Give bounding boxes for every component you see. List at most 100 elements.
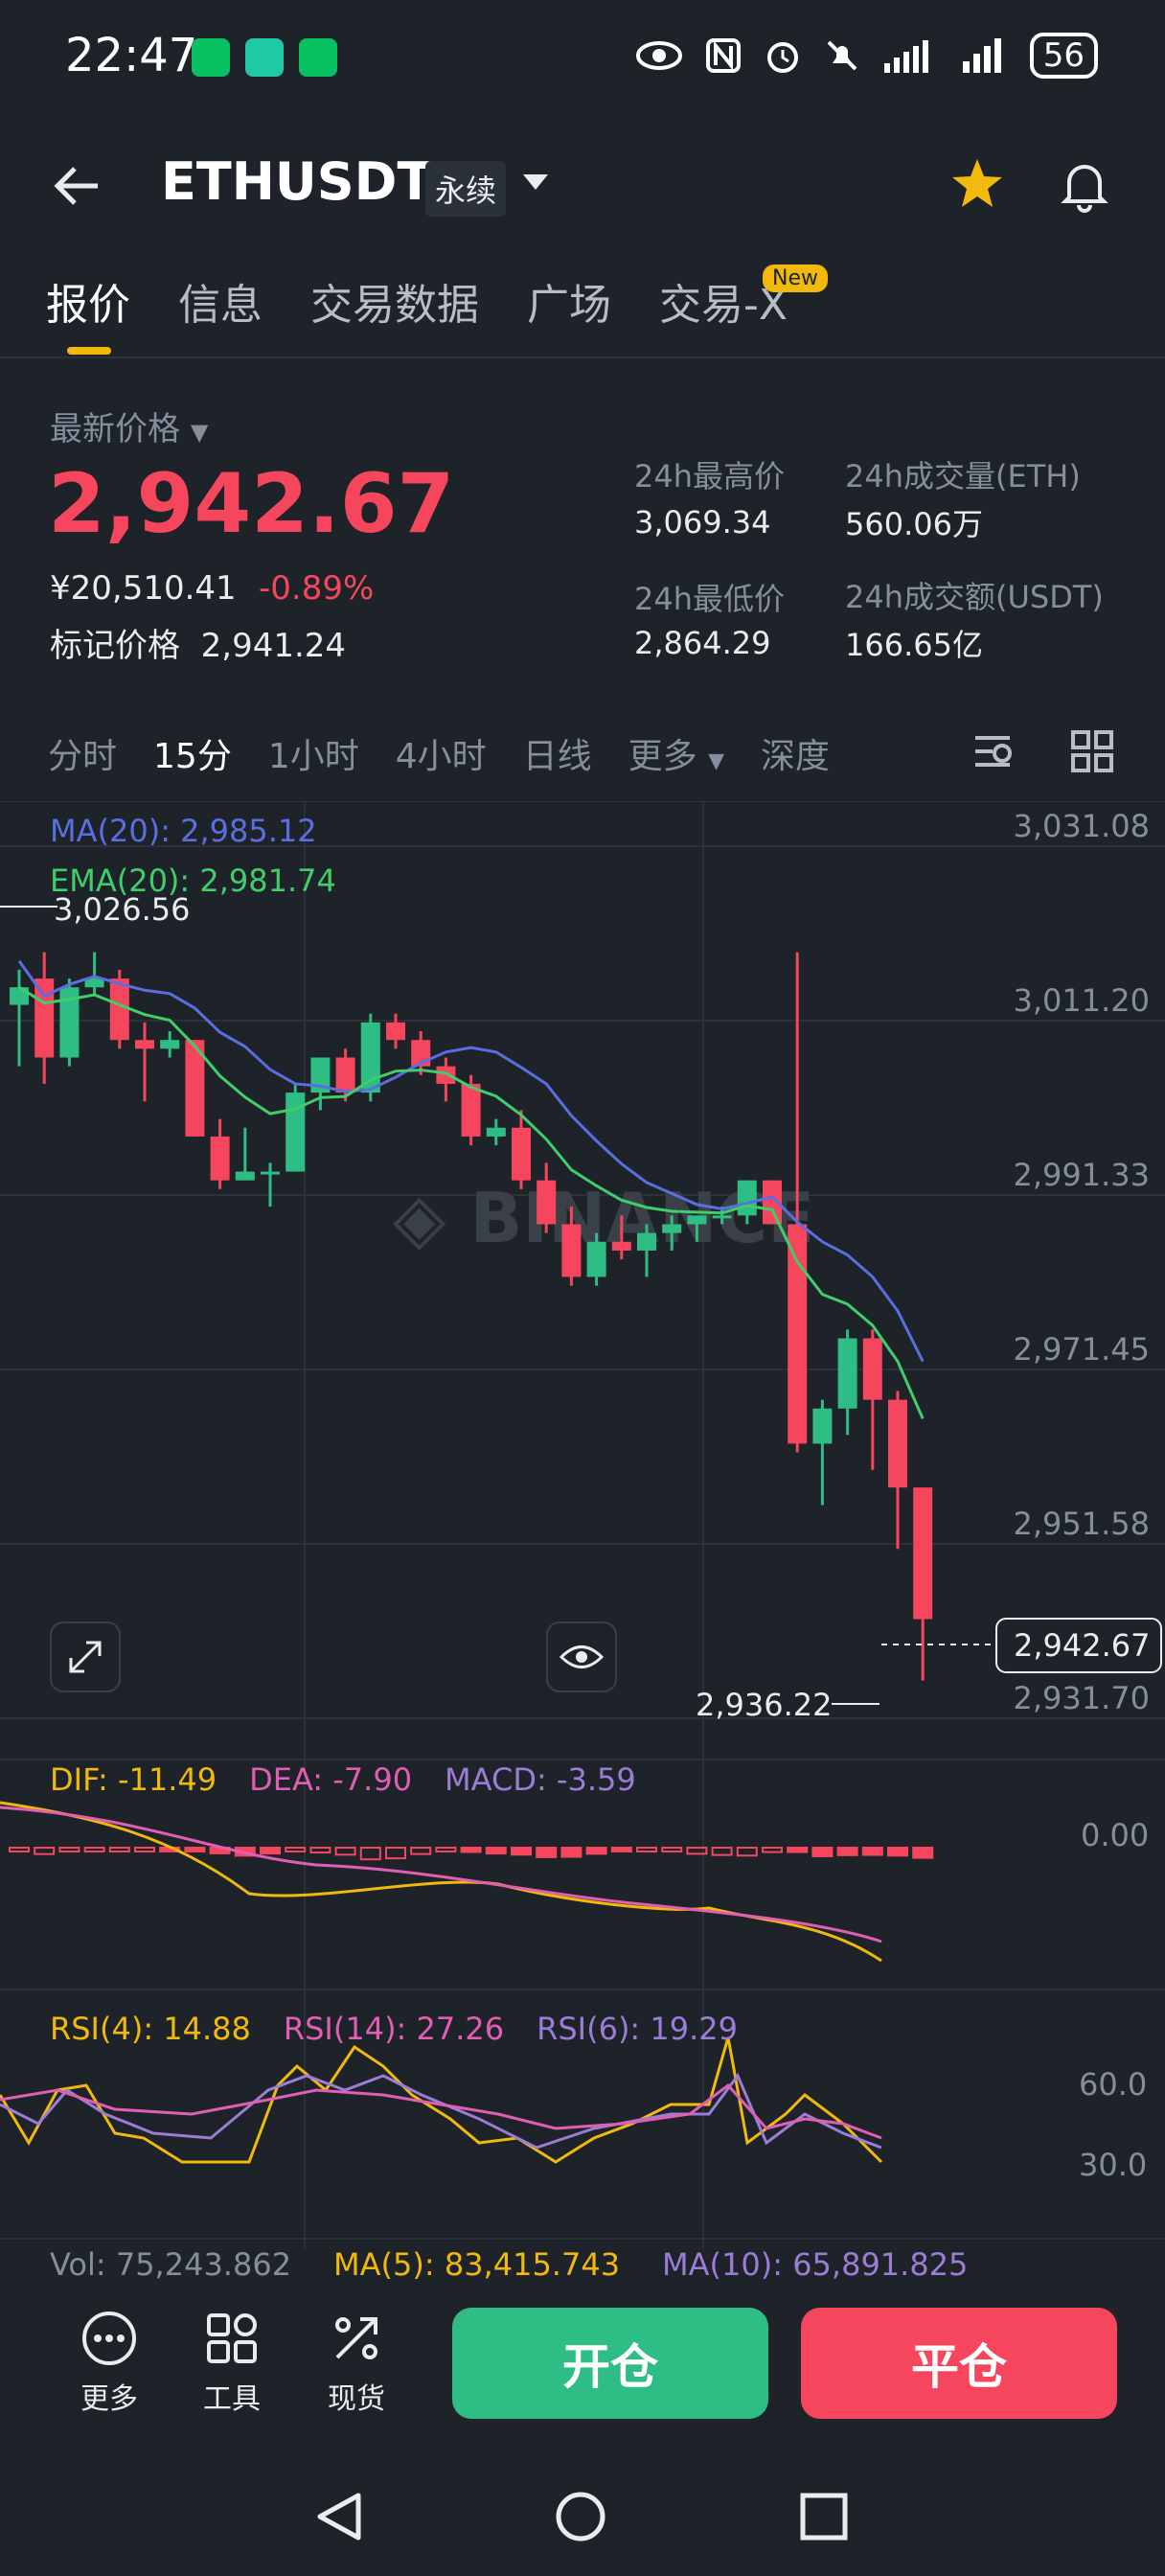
nav-back-icon[interactable] xyxy=(312,2490,366,2543)
interval-more[interactable]: 更多 ▼ xyxy=(628,728,724,778)
contract-type-badge: 永续 xyxy=(425,161,507,217)
mark-price: 2,941.24 xyxy=(200,627,347,665)
rsi-60-label: 60.0 xyxy=(1079,2066,1148,2103)
macd-bar xyxy=(887,1847,908,1857)
low-value: 2,864.29 xyxy=(634,625,771,661)
interval-time[interactable]: 分时 xyxy=(48,728,117,778)
tab-info[interactable]: 信息 xyxy=(178,270,263,332)
notification-icons xyxy=(192,38,337,77)
close-position-button[interactable]: 平仓 xyxy=(801,2308,1117,2419)
dif-value: DIF: -11.49 xyxy=(50,1761,217,1798)
candle xyxy=(411,1031,431,1075)
macd-bar xyxy=(34,1847,56,1855)
candle xyxy=(261,1162,280,1208)
high-value: 3,069.34 xyxy=(634,504,771,540)
fullscreen-button[interactable] xyxy=(50,1622,121,1692)
candle xyxy=(486,1118,506,1146)
interval-15m[interactable]: 15分 xyxy=(153,728,232,778)
candle xyxy=(210,1118,230,1189)
macd-bar xyxy=(359,1847,381,1861)
tools-button[interactable]: 工具 xyxy=(184,2310,280,2417)
macd-bar xyxy=(711,1847,733,1856)
macd-bar xyxy=(184,1847,206,1852)
ma-legend: MA(20): 2,985.12 xyxy=(50,813,317,849)
nav-home-icon[interactable] xyxy=(554,2490,607,2543)
vol-usdt-label: 24h成交额(USDT) xyxy=(845,579,1104,615)
tab-bar: 报价 信息 交易数据 广场 交易-X xyxy=(46,270,788,332)
macd-bar xyxy=(762,1847,783,1853)
rsi4-value: RSI(4): 14.88 xyxy=(50,2011,251,2047)
vol-usdt-value: 166.65亿 xyxy=(845,627,983,663)
candle xyxy=(913,1487,933,1681)
macd-bar xyxy=(585,1847,607,1855)
chevron-down-icon[interactable] xyxy=(521,172,550,192)
active-tab-indicator xyxy=(67,347,111,355)
macd-bar xyxy=(536,1847,558,1858)
candle xyxy=(386,1013,405,1049)
nav-recents-icon[interactable] xyxy=(797,2490,851,2543)
y-tick-label: 2,971.45 xyxy=(1014,1331,1151,1368)
vol-eth-value: 560.06万 xyxy=(845,506,983,542)
tab-trading-data[interactable]: 交易数据 xyxy=(310,270,479,332)
nfc-icon xyxy=(705,38,741,73)
status-time: 22:47 xyxy=(65,29,198,82)
rsi-legend: RSI(4): 14.88 RSI(14): 27.26 RSI(6): 19.… xyxy=(50,2011,738,2047)
more-dots-icon xyxy=(82,2312,136,2365)
macd-bar xyxy=(334,1847,356,1856)
open-position-button[interactable]: 开仓 xyxy=(452,2308,768,2419)
interval-1h[interactable]: 1小时 xyxy=(268,728,359,778)
visibility-button[interactable] xyxy=(546,1622,617,1692)
back-arrow-icon[interactable] xyxy=(50,159,103,213)
interval-4h[interactable]: 4小时 xyxy=(396,728,487,778)
low-label: 24h最低价 xyxy=(634,581,786,617)
bell-icon[interactable] xyxy=(1056,155,1113,213)
candle xyxy=(436,1057,456,1102)
interval-depth[interactable]: 深度 xyxy=(761,728,830,778)
high-label: 24h最高价 xyxy=(634,458,786,494)
y-tick-label: 2,931.70 xyxy=(1014,1680,1151,1716)
spot-button[interactable]: 现货 xyxy=(308,2310,404,2417)
vol-ma10: MA(10): 65,891.825 xyxy=(662,2246,969,2283)
star-icon[interactable] xyxy=(948,155,1006,213)
more-button[interactable]: 更多 xyxy=(61,2310,157,2417)
macd-bar xyxy=(636,1847,657,1852)
candle xyxy=(310,1057,331,1111)
more-label: 更多 xyxy=(628,737,697,776)
rsi14-value: RSI(14): 27.26 xyxy=(283,2011,505,2047)
caret-down-icon: ▼ xyxy=(708,749,725,773)
eye-icon xyxy=(635,41,682,70)
macd-value: MACD: -3.59 xyxy=(445,1761,636,1798)
latest-price-selector[interactable]: 最新价格 ▼ xyxy=(50,402,208,449)
interval-1d[interactable]: 日线 xyxy=(523,728,592,778)
bottom-action-bar: 更多 工具 现货 开仓 平仓 xyxy=(0,2281,1165,2434)
macd-bar xyxy=(309,1847,331,1854)
candle xyxy=(84,952,104,997)
y-tick-label: 2,951.58 xyxy=(1014,1506,1151,1542)
chart-settings-icon[interactable] xyxy=(971,728,1019,776)
interval-bar: 分时 15分 1小时 4小时 日线 更多 ▼ 深度 xyxy=(48,728,830,778)
grid-layout-icon[interactable] xyxy=(1069,728,1115,774)
macd-bar xyxy=(435,1847,457,1852)
candle xyxy=(235,1127,255,1181)
eye-icon xyxy=(559,1645,605,1668)
macd-bar xyxy=(836,1847,858,1856)
last-price: 2,942.67 xyxy=(48,456,455,552)
spot-label: 现货 xyxy=(328,2382,385,2416)
macd-bar xyxy=(661,1847,683,1852)
mark-price-row: 标记价格 2,941.24 xyxy=(50,619,346,666)
volume-legend: Vol: 75,243.862 MA(5): 83,415.743 MA(10)… xyxy=(50,2246,968,2283)
wechat-icon-2 xyxy=(299,38,337,77)
current-price-label: 2,942.67 xyxy=(1014,1627,1151,1664)
macd-bar xyxy=(410,1847,432,1855)
alarm-icon xyxy=(766,42,798,73)
tab-quote[interactable]: 报价 xyxy=(46,270,130,332)
dea-line xyxy=(0,1806,882,1944)
expand-icon xyxy=(69,1641,102,1673)
tab-square[interactable]: 广场 xyxy=(527,270,611,332)
more-label: 更多 xyxy=(80,2382,138,2416)
macd-bar xyxy=(460,1847,482,1853)
pair-title[interactable]: ETHUSDT xyxy=(161,151,432,212)
cny-price: ¥20,510.41 xyxy=(50,569,237,608)
macd-bar xyxy=(485,1847,507,1855)
rsi6-value: RSI(6): 19.29 xyxy=(537,2011,738,2047)
